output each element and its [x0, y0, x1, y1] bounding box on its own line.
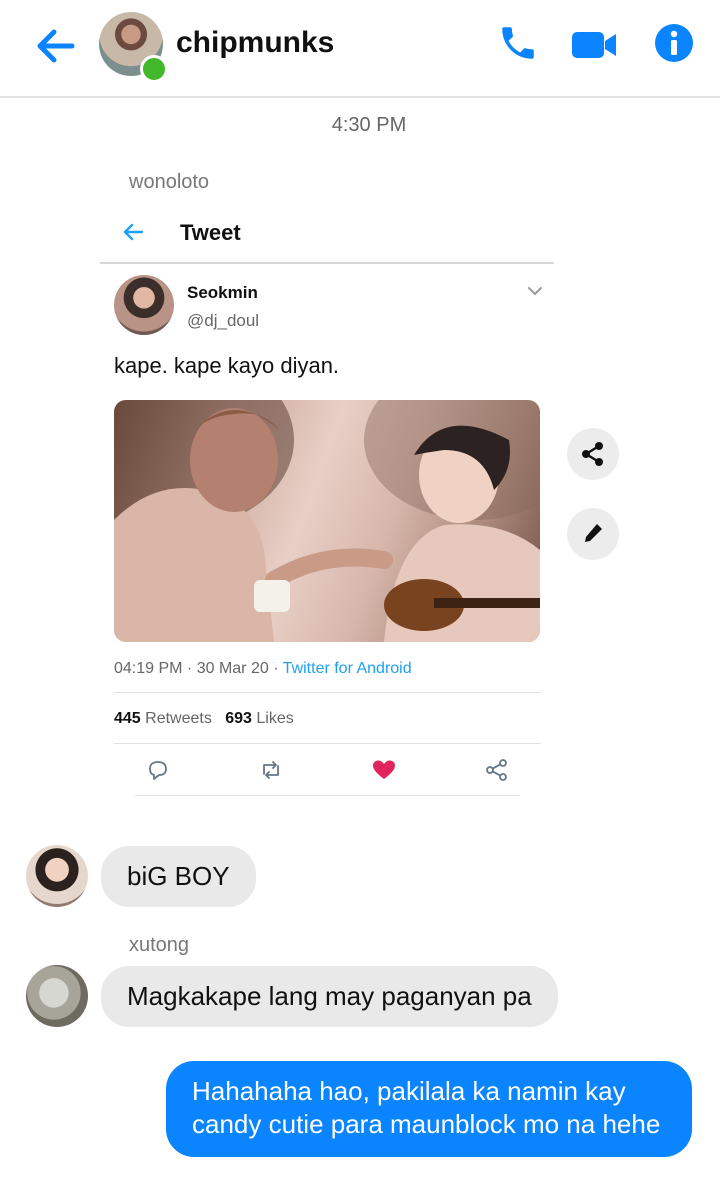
tweet-timestamp: 04:19 PM · 30 Mar 20 · Twitter for Andro…: [114, 660, 412, 678]
tweet-source: Twitter for Android: [282, 660, 412, 677]
arrow-left-icon: [123, 223, 144, 241]
tweet-photo: [114, 400, 540, 642]
tweet-text: kape. kape kayo diyan.: [114, 353, 340, 378]
chat-title[interactable]: chipmunks: [176, 26, 334, 60]
share-icon: [486, 759, 507, 781]
message-bubble[interactable]: biG BOY: [101, 846, 256, 907]
sender-name: xutong: [129, 934, 190, 956]
message-bubble[interactable]: Magkakape lang may paganyan pa: [101, 966, 558, 1027]
tweet-author-name: Seokmin: [187, 283, 258, 302]
divider: [135, 795, 520, 796]
divider: [114, 743, 541, 744]
sender-avatar[interactable]: [26, 965, 88, 1027]
sender-name: wonoloto: [129, 171, 210, 193]
tweet-author-handle: @dj_doul: [187, 311, 260, 330]
retweet-count: 445: [114, 710, 141, 727]
divider: [100, 262, 554, 264]
online-status-dot: [140, 55, 168, 83]
tweet-stats: 445 Retweets 693 Likes: [114, 710, 294, 728]
thread-timestamp: 4:30 PM: [331, 114, 407, 136]
tweet-author-avatar: [114, 275, 174, 335]
divider: [114, 692, 541, 693]
share-button[interactable]: [567, 428, 619, 480]
retweet-icon: [263, 761, 279, 779]
edit-button[interactable]: [567, 508, 619, 560]
like-count: 693: [225, 710, 252, 727]
chevron-down-icon: [528, 287, 542, 295]
sender-avatar[interactable]: [26, 845, 88, 907]
video-camera-icon[interactable]: [570, 25, 618, 65]
tweet-topbar-title: Tweet: [180, 220, 241, 245]
arrow-left-icon[interactable]: [32, 22, 80, 70]
reply-icon: [149, 761, 167, 780]
tweet-time: 04:19 PM · 30 Mar 20 ·: [114, 660, 283, 677]
tweet-photo-illustration: [114, 400, 540, 642]
like-label: Likes: [256, 710, 294, 727]
info-icon[interactable]: [653, 22, 695, 64]
heart-icon: [373, 760, 395, 779]
outgoing-message-bubble[interactable]: Hahahaha hao, pakilala ka namin kay cand…: [166, 1061, 692, 1157]
phone-icon[interactable]: [497, 22, 539, 64]
retweet-label: Retweets: [145, 710, 212, 727]
share-icon: [582, 442, 603, 466]
pencil-icon: [585, 524, 602, 542]
